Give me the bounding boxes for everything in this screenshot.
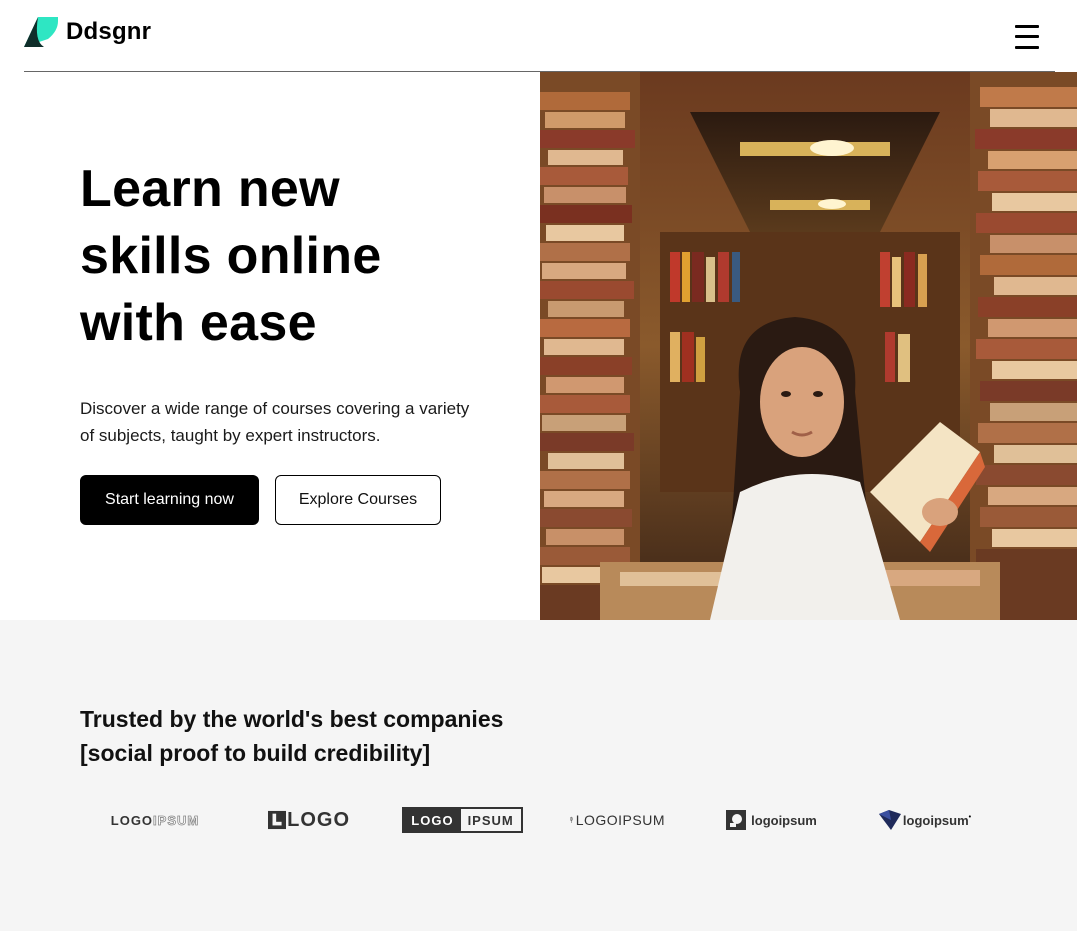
brand-logo[interactable]: Ddsgnr	[24, 17, 151, 47]
company-logo-5: logoipsum	[725, 800, 817, 840]
hero-subtitle: Discover a wide range of courses coverin…	[80, 399, 470, 445]
hero-section: Learn new skills online with ease Discov…	[80, 156, 520, 449]
trusted-section: Trusted by the world's best companies [s…	[0, 620, 1077, 931]
company-logos: LOGO IPSUM LOGO LOGO IPSUM LOGOIPSUM logo…	[80, 800, 1000, 840]
trusted-title-line-1: Trusted by the world's best companies	[80, 706, 504, 732]
site-header: Ddsgnr	[24, 0, 1055, 72]
company-logo-3: LOGO IPSUM	[402, 800, 523, 840]
page-bottom-strip	[0, 931, 1077, 951]
company-logo-6: logoipsum •	[877, 800, 973, 840]
hero-title-line-2: skills online	[80, 227, 382, 285]
hero-title-line-3: with ease	[80, 294, 317, 352]
company-logo-4: LOGOIPSUM	[570, 800, 665, 840]
hero-title: Learn new skills online with ease	[80, 156, 520, 357]
logo-6-mark-icon	[878, 810, 901, 830]
logo-2-mark-icon	[268, 810, 287, 830]
hamburger-menu-icon[interactable]	[1015, 24, 1039, 50]
company-logo-2: LOGO	[268, 800, 350, 840]
bookstore-photo-illustration	[540, 72, 1077, 620]
brand-mark-icon	[24, 17, 58, 47]
explore-courses-button[interactable]: Explore Courses	[275, 475, 441, 525]
hero-image	[540, 72, 1077, 620]
start-learning-button[interactable]: Start learning now	[80, 475, 259, 525]
brand-name: Ddsgnr	[66, 18, 152, 45]
logo-4-mark-icon	[570, 816, 573, 823]
trusted-title-line-2: [social proof to build credibility]	[80, 740, 431, 766]
trusted-title: Trusted by the world's best companies [s…	[80, 702, 503, 770]
company-logo-1: LOGO IPSUM	[110, 812, 200, 828]
hero-title-line-1: Learn new	[80, 160, 340, 218]
logo-5-mark-icon	[726, 810, 747, 830]
hero-actions: Start learning now Explore Courses	[80, 475, 441, 525]
